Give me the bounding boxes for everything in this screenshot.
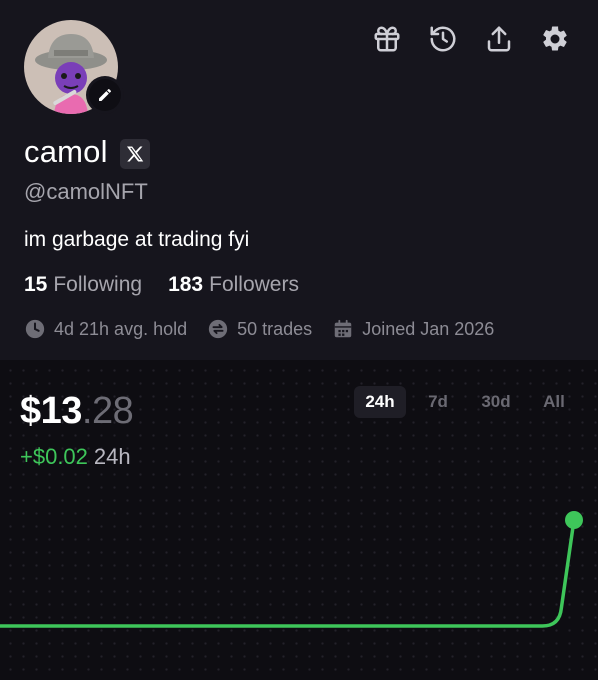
gear-icon[interactable] (538, 22, 572, 56)
portfolio-value: $13.28 (20, 390, 134, 433)
trades-stat: 50 trades (207, 318, 312, 340)
profile-header: camol @camolNFT im garbage at trading fy… (0, 0, 598, 360)
time-range-tabs: 24h 7d 30d All (354, 386, 580, 418)
x-logo-icon[interactable] (119, 138, 150, 169)
gift-icon[interactable] (370, 22, 404, 56)
clock-icon (25, 319, 45, 339)
range-tab-30d[interactable]: 30d (470, 386, 522, 418)
avg-hold-text: 4d 21h avg. hold (54, 318, 188, 339)
series-endpoint-point (565, 511, 583, 529)
avatar-container[interactable] (24, 20, 124, 114)
swap-icon (208, 319, 228, 339)
price-cents: .28 (81, 390, 134, 432)
share-icon[interactable] (482, 22, 516, 56)
followers-count: 183 (168, 273, 204, 296)
range-tab-24h[interactable]: 24h (354, 386, 406, 418)
calendar-icon (334, 319, 352, 338)
series-line (0, 519, 576, 628)
follow-stats: 15 Following 183 Followers (24, 273, 299, 297)
range-tab-all[interactable]: All (528, 386, 580, 418)
change-value: +$0.02 (20, 444, 88, 469)
followers-label: Followers (209, 273, 299, 296)
header-actions (370, 22, 572, 56)
following-count: 15 (24, 273, 48, 296)
edit-avatar-button[interactable] (86, 76, 124, 114)
price-dollars: $13 (20, 390, 82, 432)
display-name: camol (24, 134, 108, 169)
portfolio-chart-panel: $13.28 +$0.02 24h 24h 7d 30d All (0, 360, 598, 680)
joined-stat: Joined Jan 2026 (332, 318, 494, 340)
pencil-icon (99, 88, 112, 101)
name-row: camol (24, 134, 150, 170)
history-icon[interactable] (426, 22, 460, 56)
portfolio-change: +$0.02 24h (20, 444, 131, 470)
trading-stats: 4d 21h avg. hold 50 trades Joined Jan 20… (24, 318, 494, 340)
following-link[interactable]: 15 Following (24, 273, 142, 297)
trades-text: 50 trades (237, 318, 313, 339)
followers-link[interactable]: 183 Followers (168, 273, 299, 297)
avg-hold-stat: 4d 21h avg. hold (24, 318, 187, 340)
user-handle: @camolNFT (24, 179, 148, 204)
joined-text: Joined Jan 2026 (362, 318, 495, 339)
change-period: 24h (93, 444, 131, 469)
edit-avatar-inner (89, 79, 121, 111)
following-label: Following (53, 273, 143, 296)
user-bio: im garbage at trading fyi (24, 228, 250, 251)
range-tab-7d[interactable]: 7d (412, 386, 464, 418)
